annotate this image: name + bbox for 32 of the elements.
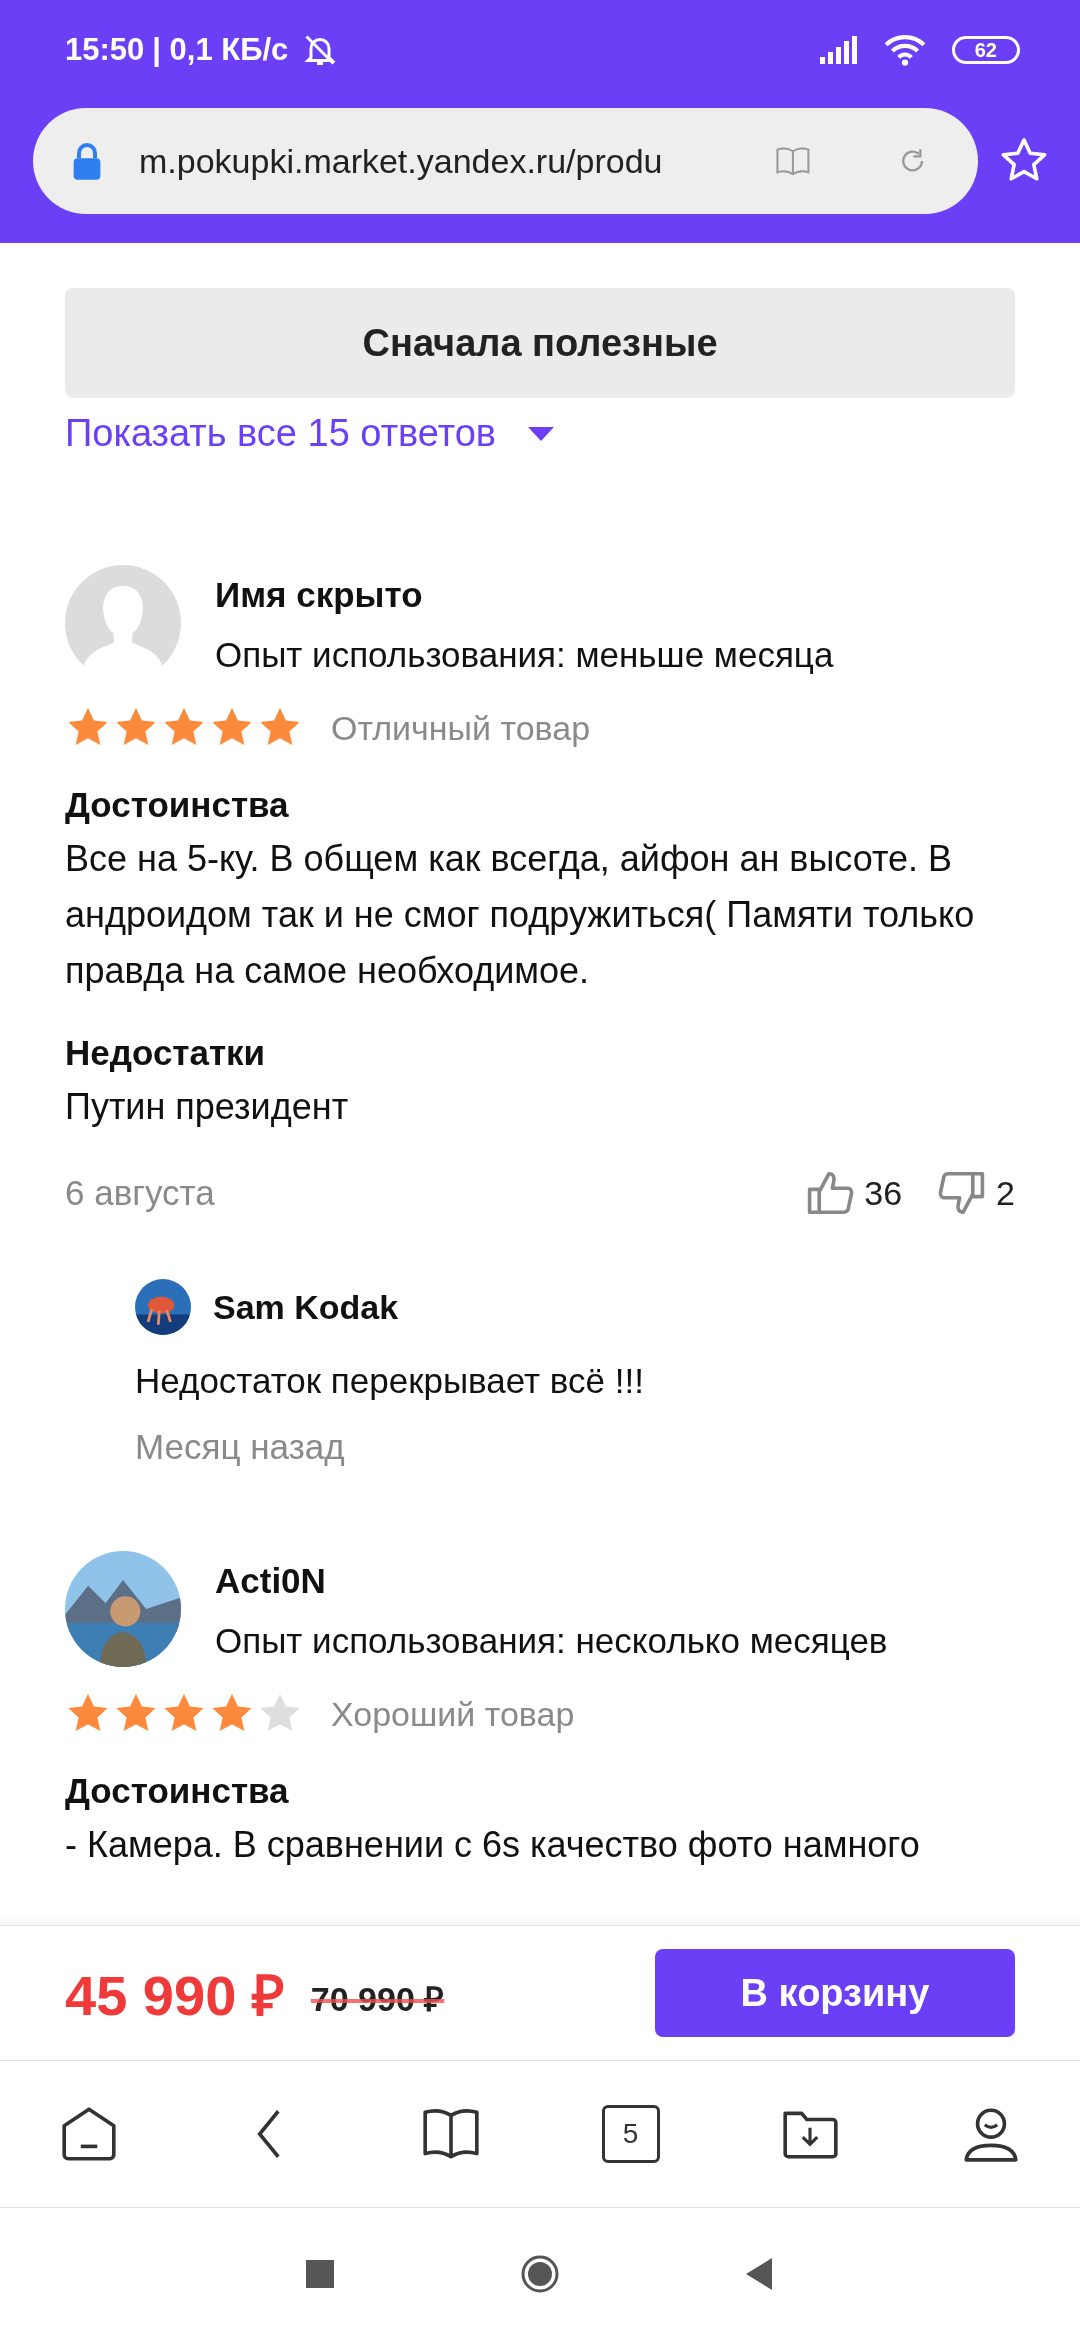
network-speed: | 0,1 КБ/с xyxy=(152,32,289,68)
signal-icon xyxy=(817,35,858,65)
home-button-icon[interactable] xyxy=(520,2254,560,2294)
thumbs-up-icon xyxy=(806,1169,855,1217)
usage-experience: Опыт использования: несколько месяцев xyxy=(215,1621,888,1661)
review-text: - Камера. В сравнении с 6s качество фото намного xyxy=(65,1823,921,1867)
rating-verdict: Отличный товар xyxy=(331,708,591,748)
review-text: Путин президент xyxy=(65,1085,350,1129)
show-answers-link[interactable]: Показать все 15 ответов xyxy=(65,412,556,455)
rating-verdict: Хороший товар xyxy=(331,1694,575,1734)
review-text: Все на 5-ку. В общем как всегда, айфон ан высоте. В андроидом так и не смог подружиться( Памяти только правда на самое необходимое. xyxy=(65,837,976,993)
section-heading: Недостатки xyxy=(65,1032,267,1074)
price: 45 990 ₽ xyxy=(65,1963,285,2029)
wifi-icon xyxy=(883,34,926,66)
dislike-button[interactable]: 2 xyxy=(938,1169,1015,1217)
reviewer-name[interactable]: Acti0N xyxy=(215,1561,326,1601)
add-to-cart-button[interactable]: В корзину xyxy=(655,1949,1015,2037)
reviewer-name[interactable]: Имя скрыто xyxy=(215,575,423,615)
battery-indicator: 62 xyxy=(951,36,1020,64)
commenter-name[interactable]: Sam Kodak xyxy=(213,1287,399,1327)
usage-experience: Опыт использования: меньше месяца xyxy=(215,635,834,675)
section-heading: Достоинства xyxy=(65,1770,290,1812)
section-heading: Достоинства xyxy=(65,784,290,826)
comment-text: Недостаток перекрывает всё !!! xyxy=(135,1361,645,1401)
sort-button[interactable]: Сначала полезные xyxy=(65,288,1015,398)
tabs-button[interactable]: 5 xyxy=(601,2105,660,2163)
lock-icon xyxy=(71,141,103,181)
like-button[interactable]: 36 xyxy=(806,1169,903,1217)
clock: 15:50 xyxy=(65,32,145,68)
comment-time: Месяц назад xyxy=(135,1427,346,1467)
review-date: 6 августа xyxy=(65,1173,215,1213)
thumbs-down-icon xyxy=(938,1169,987,1217)
